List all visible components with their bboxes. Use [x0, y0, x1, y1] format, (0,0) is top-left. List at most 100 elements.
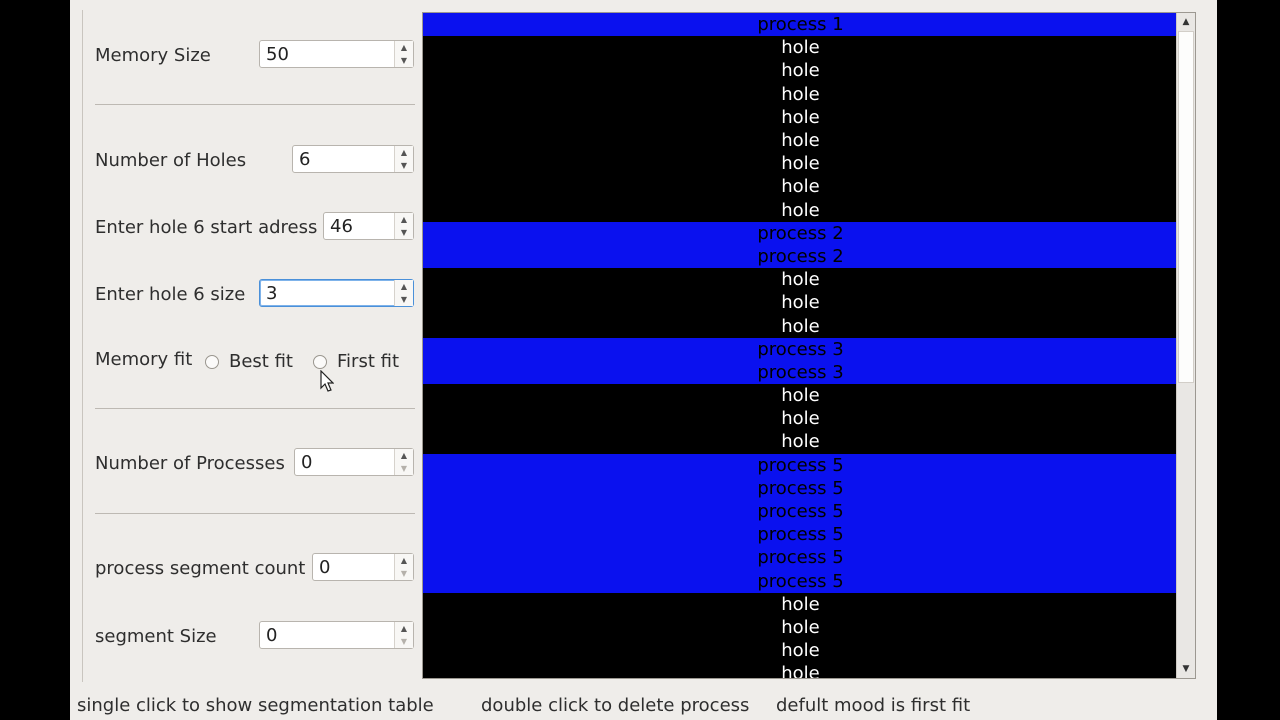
segment-size-spin-buttons: ▲ ▼ — [394, 622, 413, 648]
memory-map-list[interactable]: process 1 hole hole hole hole hole hole hole hol… — [422, 12, 1196, 679]
holes-count-label: Number of Holes — [95, 149, 247, 171]
scrollbar-thumb[interactable] — [1178, 31, 1194, 383]
memory-fit-row: Memory fit — [95, 344, 192, 374]
up-arrow-icon[interactable]: ▲ — [395, 449, 413, 462]
memory-row-process[interactable]: process 5 — [423, 523, 1178, 547]
memory-size-spinbox[interactable]: 50 ▲ ▼ — [259, 40, 414, 68]
hole-size-spinbox[interactable]: 3 ▲ ▼ — [259, 279, 414, 307]
memory-row-hole[interactable]: hole — [423, 198, 1178, 222]
memory-row-process[interactable]: process 1 — [423, 13, 1178, 37]
best-fit-radio[interactable] — [205, 354, 219, 369]
down-arrow-icon[interactable]: ▼ — [395, 54, 413, 67]
memory-map-rows: process 1 hole hole hole hole hole hole hole hol… — [423, 13, 1178, 678]
section-divider — [95, 104, 415, 105]
memory-row-hole[interactable]: hole — [423, 615, 1178, 640]
memory-row-hole[interactable]: hole — [423, 592, 1178, 616]
hole-start-spinbox[interactable]: 46 ▲ ▼ — [323, 212, 414, 240]
memory-row-process[interactable]: process 2 — [423, 221, 1178, 245]
app-window: Memory Size 50 ▲ ▼ Number of Holes 6 ▲ ▼… — [70, 0, 1217, 720]
section-divider — [95, 513, 415, 514]
mouse-pointer-icon — [320, 370, 334, 392]
down-arrow-icon[interactable]: ▼ — [395, 226, 413, 239]
processes-count-value: 0 — [301, 452, 313, 473]
vertical-scrollbar[interactable]: ▲ ▼ — [1176, 13, 1195, 678]
double-click-hint: double click to delete process — [481, 694, 750, 716]
memory-row-hole[interactable]: hole — [423, 128, 1178, 153]
memory-row-hole[interactable]: hole — [423, 639, 1178, 663]
memory-row-process[interactable]: process 5 — [423, 569, 1178, 593]
memory-size-spin-buttons: ▲ ▼ — [394, 41, 413, 67]
down-arrow-icon[interactable]: ▼ — [395, 567, 413, 580]
memory-row-hole[interactable]: hole — [423, 430, 1178, 454]
memory-row-process[interactable]: process 3 — [423, 360, 1178, 384]
holes-count-spinbox[interactable]: 6 ▲ ▼ — [292, 145, 414, 173]
segment-count-value: 0 — [319, 557, 331, 578]
up-arrow-icon[interactable]: ▲ — [395, 554, 413, 567]
memory-row-hole[interactable]: hole — [423, 407, 1178, 431]
first-fit-option[interactable]: First fit — [313, 351, 399, 372]
up-arrow-icon[interactable]: ▲ — [395, 41, 413, 54]
memory-row-hole[interactable]: hole — [423, 662, 1178, 678]
holes-count-row: Number of Holes — [95, 145, 246, 175]
memory-row-process[interactable]: process 2 — [423, 244, 1178, 269]
down-arrow-icon[interactable]: ▼ — [395, 462, 413, 475]
memory-row-hole[interactable]: hole — [423, 314, 1178, 338]
memory-row-hole[interactable]: hole — [423, 82, 1178, 106]
memory-row-process[interactable]: process 3 — [423, 337, 1178, 361]
up-arrow-icon[interactable]: ▲ — [395, 280, 413, 293]
segment-count-label: process segment count — [95, 557, 306, 579]
hole-start-label: Enter hole 6 start adress — [95, 216, 318, 238]
best-fit-option[interactable]: Best fit — [205, 351, 293, 372]
settings-panel: Memory Size 50 ▲ ▼ Number of Holes 6 ▲ ▼… — [82, 10, 415, 682]
hole-size-value: 3 — [266, 283, 278, 304]
segment-size-spinbox[interactable]: 0 ▲ ▼ — [259, 621, 414, 649]
memory-row-hole[interactable]: hole — [423, 291, 1178, 315]
best-fit-label[interactable]: Best fit — [229, 351, 293, 372]
segment-count-row: process segment count — [95, 553, 305, 583]
down-arrow-icon[interactable]: ▼ — [395, 159, 413, 172]
up-arrow-icon[interactable]: ▲ — [395, 146, 413, 159]
memory-size-row: Memory Size — [95, 40, 211, 70]
processes-count-row: Number of Processes — [95, 448, 285, 478]
memory-row-process[interactable]: process 5 — [423, 546, 1178, 570]
processes-count-spinbox[interactable]: 0 ▲ ▼ — [294, 448, 414, 476]
hole-size-label: Enter hole 6 size — [95, 283, 246, 305]
up-arrow-icon[interactable]: ▲ — [395, 213, 413, 226]
up-arrow-icon[interactable]: ▲ — [395, 622, 413, 635]
segment-size-label: segment Size — [95, 625, 217, 647]
status-bar: single click to show segmentation table … — [70, 690, 1217, 720]
memory-row-hole[interactable]: hole — [423, 268, 1178, 292]
down-arrow-icon[interactable]: ▼ — [395, 635, 413, 648]
memory-row-hole[interactable]: hole — [423, 36, 1178, 60]
memory-size-label: Memory Size — [95, 44, 211, 66]
first-fit-label[interactable]: First fit — [337, 351, 399, 372]
memory-row-hole[interactable]: hole — [423, 384, 1178, 408]
segment-count-spinbox[interactable]: 0 ▲ ▼ — [312, 553, 414, 581]
first-fit-radio[interactable] — [313, 354, 327, 369]
memory-size-value: 50 — [266, 44, 289, 65]
segment-size-value: 0 — [266, 625, 278, 646]
hole-start-value: 46 — [330, 216, 353, 237]
memory-row-hole[interactable]: hole — [423, 59, 1178, 83]
section-divider — [95, 408, 415, 409]
holes-count-spin-buttons: ▲ ▼ — [394, 146, 413, 172]
memory-row-hole[interactable]: hole — [423, 175, 1178, 199]
down-arrow-icon[interactable]: ▼ — [395, 293, 413, 306]
segment-count-spin-buttons: ▲ ▼ — [394, 554, 413, 580]
memory-fit-label: Memory fit — [95, 348, 193, 370]
processes-count-spin-buttons: ▲ ▼ — [394, 449, 413, 475]
memory-row-process[interactable]: process 5 — [423, 476, 1178, 500]
default-mode-hint: defult mood is first fit — [776, 694, 971, 716]
segment-size-row: segment Size — [95, 621, 217, 651]
single-click-hint: single click to show segmentation table — [77, 694, 434, 716]
memory-row-hole[interactable]: hole — [423, 105, 1178, 129]
memory-row-hole[interactable]: hole — [423, 152, 1178, 176]
memory-row-process[interactable]: process 5 — [423, 453, 1178, 477]
hole-size-spin-buttons: ▲ ▼ — [394, 280, 413, 306]
hole-size-row: Enter hole 6 size — [95, 279, 245, 309]
memory-row-process[interactable]: process 5 — [423, 499, 1178, 524]
scroll-down-icon[interactable]: ▼ — [1177, 660, 1195, 678]
hole-start-spin-buttons: ▲ ▼ — [394, 213, 413, 239]
scroll-up-icon[interactable]: ▲ — [1177, 13, 1195, 31]
processes-count-label: Number of Processes — [95, 452, 285, 474]
